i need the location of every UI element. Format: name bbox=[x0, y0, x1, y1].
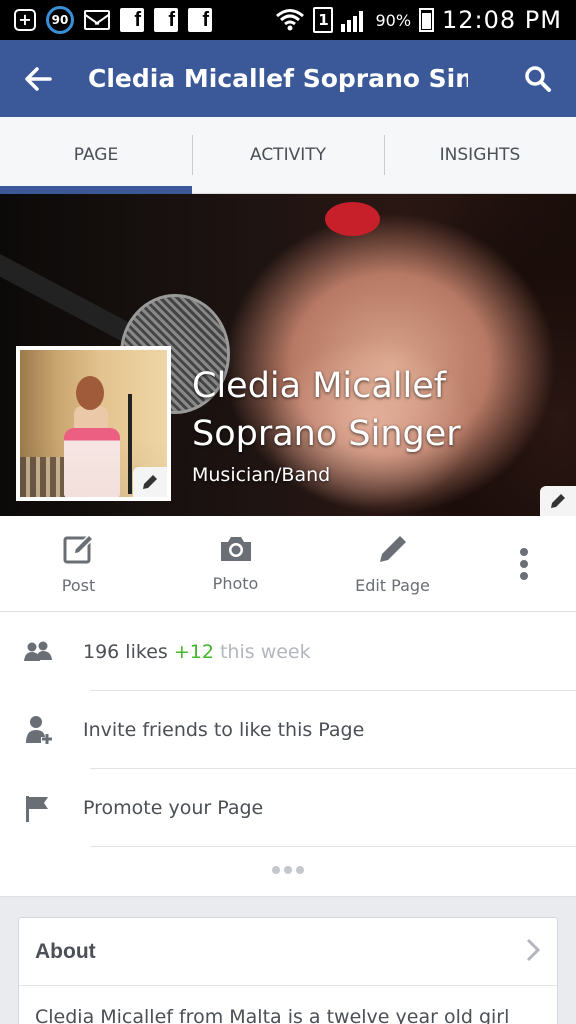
wifi-icon bbox=[275, 8, 305, 32]
search-icon[interactable] bbox=[518, 59, 558, 99]
facebook-notification-icon: f bbox=[188, 8, 212, 32]
tab-bar: PAGE ACTIVITY INSIGHTS bbox=[0, 117, 576, 194]
profile-singer-head bbox=[76, 376, 104, 410]
more-dots-icon[interactable] bbox=[0, 866, 576, 874]
promote-page-row[interactable]: Promote your Page bbox=[0, 769, 576, 847]
page-name: Cledia Micallef Soprano Singer bbox=[192, 366, 461, 454]
status-bar: + 90 f f f 1 90% 12:08 PM bbox=[0, 0, 576, 40]
page-info-list: 196 likes +12 this week Invite friends t… bbox=[0, 612, 576, 897]
facebook-notification-icon: f bbox=[154, 8, 178, 32]
likes-delta: +12 bbox=[173, 641, 214, 663]
people-icon bbox=[0, 641, 83, 663]
signal-icon bbox=[341, 8, 367, 32]
facebook-notification-icon: f bbox=[120, 8, 144, 32]
promote-page-label: Promote your Page bbox=[83, 797, 264, 819]
post-button[interactable]: Post bbox=[0, 516, 157, 611]
action-bar: Post Photo Edit Page bbox=[0, 516, 576, 612]
page-title: Cledia Micallef Soprano Sin... bbox=[88, 64, 468, 93]
about-text: Cledia Micallef from Malta is a twelve y… bbox=[35, 1006, 510, 1024]
notification-count-badge: 90 bbox=[46, 6, 74, 34]
profile-singer-dress bbox=[64, 428, 120, 497]
battery-icon bbox=[419, 8, 435, 32]
photo-button[interactable]: Photo bbox=[157, 516, 314, 611]
tab-activity[interactable]: ACTIVITY bbox=[192, 117, 384, 193]
profile-mic-stand bbox=[128, 394, 132, 494]
likes-row[interactable]: 196 likes +12 this week bbox=[0, 613, 576, 691]
flag-icon bbox=[0, 794, 83, 822]
add-person-icon bbox=[0, 715, 83, 745]
back-arrow-icon[interactable] bbox=[18, 59, 58, 99]
about-header[interactable]: About bbox=[19, 918, 557, 986]
profile-picture[interactable] bbox=[16, 346, 171, 501]
photo-label: Photo bbox=[212, 574, 259, 593]
about-title: About bbox=[35, 939, 96, 963]
sim-slot-icon: 1 bbox=[313, 7, 334, 33]
likes-period: this week bbox=[219, 641, 311, 663]
about-card: About Cledia Micallef from Malta is a tw… bbox=[18, 917, 558, 1024]
cover-photo[interactable]: Cledia Micallef Soprano Singer Musician/… bbox=[0, 194, 576, 516]
pencil-icon bbox=[379, 536, 406, 562]
divider bbox=[90, 846, 576, 847]
edit-cover-photo-icon[interactable] bbox=[540, 486, 576, 516]
post-label: Post bbox=[61, 576, 96, 595]
mail-icon bbox=[84, 10, 110, 30]
app-bar: Cledia Micallef Soprano Sin... bbox=[0, 40, 576, 117]
battery-percent: 90% bbox=[375, 10, 412, 30]
more-options-icon[interactable] bbox=[471, 516, 576, 611]
edit-page-button[interactable]: Edit Page bbox=[314, 516, 471, 611]
invite-friends-label: Invite friends to like this Page bbox=[83, 719, 365, 741]
tab-insights[interactable]: INSIGHTS bbox=[384, 117, 576, 193]
compose-icon bbox=[63, 533, 94, 564]
tab-page[interactable]: PAGE bbox=[0, 117, 192, 194]
camera-icon bbox=[220, 537, 251, 561]
chevron-right-icon bbox=[525, 937, 541, 967]
page-category: Musician/Band bbox=[192, 464, 331, 486]
microphone-arm bbox=[0, 235, 142, 347]
hair-flower bbox=[325, 202, 380, 236]
edit-profile-picture-icon[interactable] bbox=[133, 467, 167, 497]
invite-friends-row[interactable]: Invite friends to like this Page bbox=[0, 691, 576, 769]
likes-count: 196 likes bbox=[83, 641, 168, 663]
edit-page-label: Edit Page bbox=[355, 576, 430, 595]
clock: 12:08 PM bbox=[442, 6, 562, 34]
add-notification-icon: + bbox=[14, 9, 36, 31]
